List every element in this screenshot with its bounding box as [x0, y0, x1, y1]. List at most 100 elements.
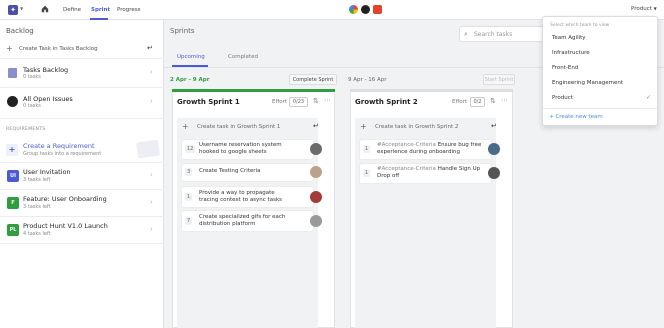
- list-icon: [8, 68, 17, 78]
- sidebar-item-count: 0 tasks: [23, 103, 41, 109]
- tab-upcoming[interactable]: Upcoming: [177, 54, 205, 60]
- nav-define[interactable]: Define: [63, 7, 81, 13]
- sprint-title: Growth Sprint 2: [355, 98, 418, 106]
- create-task-input[interactable]: + Create task in Growth Sprint 1 ↵: [182, 122, 319, 133]
- create-task-label: Create Task in Tasks Backlog: [19, 46, 98, 52]
- avatar: [310, 143, 322, 155]
- more-icon[interactable]: ⋯: [324, 96, 331, 104]
- task-card[interactable]: 1 #Acceptance-Criteria Handle Sign Up Dr…: [360, 164, 500, 183]
- search-input[interactable]: ⌕ Search tasks: [459, 26, 549, 42]
- team-option[interactable]: Front-End: [552, 65, 578, 71]
- tab-completed[interactable]: Completed: [228, 54, 258, 60]
- divider: [543, 108, 657, 109]
- sidebar-item-tasks-backlog[interactable]: Tasks Backlog 0 tasks ›: [0, 59, 164, 88]
- app-logo[interactable]: ✦: [8, 5, 18, 15]
- create-requirement-row[interactable]: + Create a Requirement Group tasks into …: [0, 137, 164, 163]
- chevron-right-icon: ›: [150, 171, 153, 179]
- requirement-item[interactable]: PL Product Hunt V1.0 Launch 4 tasks left…: [0, 217, 164, 244]
- requirement-item[interactable]: UI User Invitation 3 tasks left ›: [0, 163, 164, 190]
- github-icon[interactable]: [361, 5, 370, 14]
- task-estimate: 1: [185, 193, 193, 201]
- task-tag: #Acceptance-Criteria: [377, 166, 436, 172]
- gitlab-icon[interactable]: [373, 5, 382, 14]
- team-option-selected[interactable]: Product: [552, 95, 573, 101]
- team-option[interactable]: Engineering Management: [552, 80, 623, 86]
- create-team-button[interactable]: + Create new team: [549, 114, 603, 120]
- requirement-illustration: [135, 139, 161, 159]
- sprint-dates: 2 Apr - 9 Apr: [170, 77, 210, 83]
- requirement-name: User Invitation: [23, 168, 71, 176]
- github-icon: [7, 96, 18, 107]
- task-card[interactable]: 3 Create Testing Criteria: [182, 164, 322, 181]
- requirements-header: REQUIREMENTS: [6, 127, 46, 132]
- sidebar-item-open-issues[interactable]: All Open Issues 0 tasks ›: [0, 88, 164, 119]
- requirement-tasks-left: 4 tasks left: [23, 231, 51, 237]
- nav-progress[interactable]: Progress: [117, 7, 140, 13]
- sprint-status-bar: [350, 89, 513, 92]
- avatar: [310, 215, 322, 227]
- requirement-item[interactable]: F Feature: User Onboarding 3 tasks left …: [0, 190, 164, 217]
- task-title: Create Testing Criteria: [199, 168, 261, 174]
- task-card[interactable]: 1 #Acceptance-Criteria Ensure bug free e…: [360, 140, 500, 159]
- plus-icon: +: [6, 44, 13, 53]
- requirement-badge: PL: [7, 224, 19, 236]
- sprint-dates: 9 Apr - 16 Apr: [348, 77, 387, 83]
- task-estimate: 3: [185, 168, 193, 176]
- team-dropdown: Select which team to view Team Agility I…: [542, 16, 658, 126]
- search-icon: ⌕: [464, 30, 468, 38]
- avatar: [310, 191, 322, 203]
- complete-sprint-button[interactable]: Complete Sprint: [289, 74, 337, 85]
- effort-label: Effort: [272, 99, 288, 105]
- chevron-right-icon: ›: [150, 225, 153, 233]
- task-card[interactable]: 12 Username reservation system hooked to…: [182, 140, 322, 159]
- chevron-right-icon: ›: [150, 198, 153, 206]
- chevron-down-icon[interactable]: ▼: [20, 6, 23, 11]
- team-selector[interactable]: Product ▼: [631, 6, 657, 12]
- requirement-tasks-left: 3 tasks left: [23, 177, 51, 183]
- sprint-title: Growth Sprint 1: [177, 98, 240, 106]
- team-option[interactable]: Team Agility: [552, 35, 586, 41]
- task-card[interactable]: 1 Provide a way to propagate tracing con…: [182, 187, 322, 207]
- effort-value: 0/23: [289, 97, 308, 107]
- more-icon[interactable]: ⋯: [501, 96, 508, 104]
- requirement-name: Product Hunt V1.0 Launch: [23, 222, 108, 230]
- sidebar-item-count: 0 tasks: [23, 74, 41, 80]
- sidebar-title: Backlog: [6, 27, 34, 35]
- sort-icon[interactable]: ⇅: [313, 97, 319, 105]
- task-title: Provide a way to propagate tracing conte…: [199, 190, 283, 203]
- slack-icon[interactable]: [349, 5, 358, 14]
- check-icon: ✓: [646, 94, 652, 101]
- task-estimate: 7: [185, 217, 193, 225]
- effort-value: 0/2: [470, 97, 485, 107]
- requirement-badge: UI: [7, 170, 19, 182]
- task-title: #Acceptance-Criteria Handle Sign Up Drop…: [377, 166, 482, 180]
- sidebar-item-name: Tasks Backlog: [23, 66, 69, 74]
- enter-icon[interactable]: ↵: [147, 44, 153, 52]
- chevron-right-icon: ›: [150, 97, 153, 105]
- avatar: [488, 167, 500, 179]
- avatar: [488, 143, 500, 155]
- page-title: Sprints: [170, 27, 195, 35]
- sort-icon[interactable]: ⇅: [490, 97, 496, 105]
- create-task-label: Create task in Growth Sprint 2: [375, 124, 459, 130]
- task-title: Username reservation system hooked to go…: [199, 142, 282, 155]
- enter-icon[interactable]: ↵: [491, 122, 497, 130]
- enter-icon[interactable]: ↵: [313, 122, 319, 130]
- create-task-input[interactable]: + Create task in Growth Sprint 2 ↵: [360, 122, 497, 133]
- home-icon[interactable]: [41, 5, 49, 13]
- nav-sprint[interactable]: Sprint: [91, 7, 110, 13]
- requirement-tasks-left: 3 tasks left: [23, 204, 51, 210]
- create-team-label: Create new team: [555, 114, 603, 120]
- effort-label: Effort: [452, 99, 468, 105]
- chevron-down-icon: ▼: [653, 6, 657, 11]
- search-placeholder: Search tasks: [474, 31, 513, 38]
- task-estimate: 12: [185, 145, 196, 153]
- plus-icon: +: [360, 122, 367, 131]
- task-estimate: 1: [363, 145, 371, 153]
- task-estimate: 1: [363, 169, 371, 177]
- team-option[interactable]: Infrastructure: [552, 50, 590, 56]
- start-sprint-button[interactable]: Start Sprint: [483, 74, 515, 85]
- create-backlog-task-row[interactable]: + Create Task in Tasks Backlog ↵: [0, 40, 164, 59]
- task-card[interactable]: 7 Create specialized gifs for each distr…: [182, 211, 322, 231]
- task-title: #Acceptance-Criteria Ensure bug free exp…: [377, 142, 482, 156]
